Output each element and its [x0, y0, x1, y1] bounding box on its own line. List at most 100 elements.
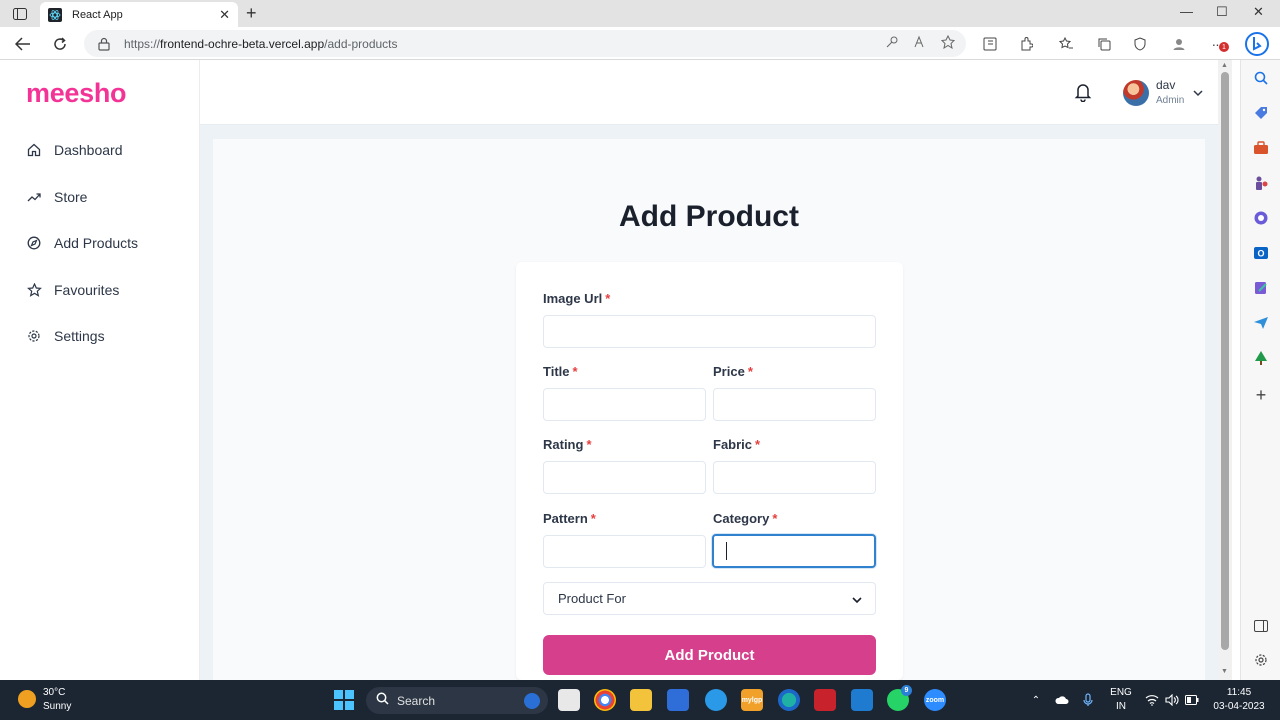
onedrive-icon[interactable] [1055, 693, 1069, 707]
zoom-icon[interactable]: zoom [924, 689, 946, 711]
send-icon[interactable] [1251, 313, 1271, 333]
product-for-select[interactable]: Product For [543, 582, 876, 615]
clock-date[interactable]: 03-04-2023 [1208, 701, 1270, 712]
react-icon [48, 7, 62, 22]
notification-badge: 1 [1219, 42, 1229, 52]
taskbar-search[interactable]: Search [366, 687, 548, 714]
weather-app-icon[interactable] [705, 689, 727, 711]
avatar[interactable] [1123, 80, 1149, 106]
chrome-icon[interactable] [594, 689, 616, 711]
task-view-icon[interactable] [558, 689, 580, 711]
chevron-up-icon[interactable]: ⌃ [1029, 693, 1043, 707]
bing-copilot-icon[interactable] [1244, 31, 1270, 57]
battery-icon[interactable] [1185, 693, 1199, 707]
volume-icon[interactable] [1165, 693, 1179, 707]
favorites-list-icon[interactable] [1057, 35, 1075, 53]
microsoft-store-icon[interactable] [667, 689, 689, 711]
fabric-label: Fabric * [713, 437, 761, 452]
language-region[interactable]: IN [1108, 701, 1134, 712]
chevron-down-icon[interactable] [1192, 86, 1204, 98]
profile-icon[interactable] [1170, 35, 1188, 53]
title-label: Title * [543, 364, 578, 379]
browser-essentials-icon[interactable] [1131, 35, 1149, 53]
vscode-icon[interactable] [851, 689, 873, 711]
tab-actions-icon[interactable] [10, 5, 30, 23]
refresh-icon[interactable] [50, 34, 70, 54]
split-screen-icon[interactable] [981, 35, 999, 53]
lock-icon[interactable] [98, 37, 112, 51]
new-tab-button[interactable]: + [246, 3, 257, 24]
whatsapp-icon[interactable]: 9 [887, 685, 912, 711]
microsoft-365-icon[interactable] [1251, 208, 1271, 228]
maximize-button[interactable]: ☐ [1216, 4, 1228, 20]
sidebar-toggle-icon[interactable] [1251, 616, 1271, 636]
add-icon[interactable]: + [1251, 385, 1271, 405]
sidebar-item-store[interactable]: Store [26, 186, 87, 208]
mylgp-icon[interactable]: mylgp [741, 689, 763, 711]
sidebar-item-dashboard[interactable]: Dashboard [26, 139, 123, 161]
pattern-label: Pattern * [543, 511, 596, 526]
sidebar-item-favourites[interactable]: Favourites [26, 279, 119, 301]
browser-tab-bar: React App ✕ + — ☐ ✕ [0, 0, 1280, 27]
tools-icon[interactable] [1251, 138, 1271, 158]
required-mark: * [586, 437, 592, 452]
svg-text:O: O [1257, 249, 1264, 259]
meesho-logo[interactable]: meesho [26, 78, 127, 109]
price-label: Price * [713, 364, 753, 379]
back-icon[interactable] [13, 34, 33, 54]
tab-close-icon[interactable]: ✕ [219, 7, 230, 23]
bell-icon[interactable] [1074, 82, 1092, 103]
chevron-down-icon [851, 593, 863, 605]
password-key-icon[interactable] [885, 35, 899, 54]
read-aloud-icon[interactable] [913, 35, 927, 54]
sidebar-item-label: Settings [54, 328, 105, 344]
favorite-star-icon[interactable] [940, 34, 956, 54]
wifi-icon[interactable] [1145, 693, 1159, 707]
pattern-input[interactable] [543, 535, 706, 568]
sidebar-item-settings[interactable]: Settings [26, 325, 105, 347]
extensions-icon[interactable] [1017, 35, 1035, 53]
address-bar[interactable]: https://frontend-ochre-beta.vercel.app/a… [84, 30, 966, 57]
image-url-input[interactable] [543, 315, 876, 348]
recorder-icon[interactable] [814, 689, 836, 711]
price-input[interactable] [713, 388, 876, 421]
required-mark: * [590, 511, 596, 526]
browser-tab-active[interactable]: React App ✕ [40, 2, 238, 27]
scroll-up-icon[interactable]: ▲ [1221, 62, 1228, 69]
file-explorer-icon[interactable] [630, 689, 652, 711]
tree-icon[interactable] [1251, 348, 1271, 368]
bing-icon [524, 692, 540, 709]
page-scrollbar[interactable]: ▲ ▼ [1218, 60, 1232, 680]
required-mark: * [772, 511, 778, 526]
more-menu-icon[interactable]: ··· 1 [1208, 35, 1229, 53]
fabric-input[interactable] [713, 461, 876, 494]
windows-start-icon[interactable] [334, 690, 354, 710]
outlook-icon[interactable]: O [1251, 243, 1271, 263]
minimize-button[interactable]: — [1180, 4, 1193, 19]
edge-icon[interactable] [778, 689, 800, 711]
sun-icon[interactable] [18, 690, 36, 708]
close-window-button[interactable]: ✕ [1253, 4, 1264, 20]
microphone-icon[interactable] [1081, 693, 1095, 707]
scrollbar-thumb[interactable] [1221, 72, 1229, 650]
weather-temperature[interactable]: 30°C [43, 687, 65, 698]
page-title: Add Product [619, 200, 799, 233]
collections-icon[interactable] [1095, 35, 1113, 53]
scroll-down-icon[interactable]: ▼ [1221, 668, 1228, 675]
category-input[interactable] [712, 534, 876, 568]
title-input[interactable] [543, 388, 706, 421]
add-product-button[interactable]: Add Product [543, 635, 876, 675]
sidebar-item-label: Favourites [54, 282, 120, 298]
shopping-tag-icon[interactable] [1251, 103, 1271, 123]
required-mark: * [755, 437, 761, 452]
rating-input[interactable] [543, 461, 706, 494]
sidebar-item-add-products[interactable]: Add Products [26, 232, 138, 254]
trending-up-icon [26, 189, 42, 205]
search-icon[interactable] [1251, 68, 1271, 88]
settings-icon[interactable] [1251, 650, 1271, 670]
language-indicator[interactable]: ENG [1108, 687, 1134, 698]
designer-icon[interactable] [1251, 278, 1271, 298]
clock-time[interactable]: 11:45 [1208, 687, 1270, 698]
games-icon[interactable] [1251, 173, 1271, 193]
weather-condition[interactable]: Sunny [43, 701, 71, 712]
